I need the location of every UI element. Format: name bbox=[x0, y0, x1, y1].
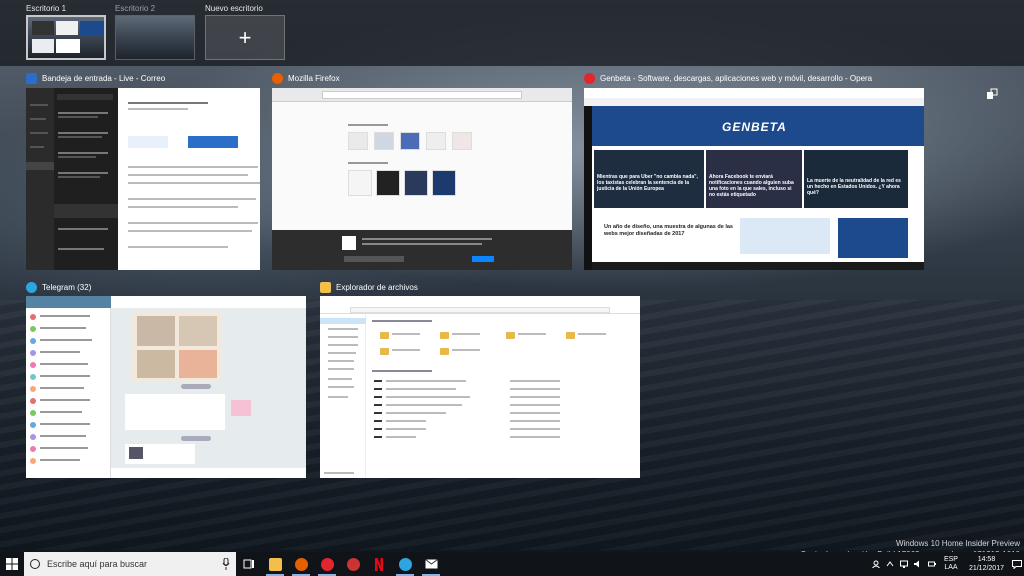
language-code: ESP bbox=[943, 556, 958, 563]
taskbar-telegram[interactable] bbox=[392, 552, 418, 576]
windows-logo-icon bbox=[6, 558, 18, 570]
genbeta-headline-1: Mientras que para Uber "no cambia nada",… bbox=[597, 174, 698, 192]
genbeta-headline-3: La muerte de la neutralidad de la red es… bbox=[807, 178, 901, 196]
desktop-2-thumbnail[interactable] bbox=[115, 15, 195, 60]
plus-icon: + bbox=[238, 24, 252, 50]
chevron-up-icon[interactable] bbox=[886, 560, 894, 568]
system-tray: ESP LAA 14:58 21/12/2017 bbox=[869, 552, 1024, 576]
window-mail-title-text: Bandeja de entrada - Live - Correo bbox=[42, 74, 166, 83]
folder-icon bbox=[320, 282, 331, 293]
vivaldi-icon bbox=[346, 557, 360, 571]
desktop-2[interactable]: Escritorio 2 bbox=[115, 3, 195, 60]
window-explorer-preview[interactable] bbox=[320, 296, 640, 478]
window-mail-preview[interactable] bbox=[26, 88, 260, 270]
new-desktop[interactable]: Nuevo escritorio + bbox=[205, 3, 285, 60]
clock-date: 21/12/2017 bbox=[968, 565, 1004, 572]
genbeta-article-1[interactable]: Mientras que para Uber "no cambia nada",… bbox=[594, 150, 704, 208]
opera-icon bbox=[584, 73, 595, 84]
taskbar-vivaldi[interactable] bbox=[340, 552, 366, 576]
desktop-1-thumbnail[interactable] bbox=[26, 15, 106, 60]
volume-icon[interactable] bbox=[913, 560, 922, 568]
desktop-1[interactable]: Escritorio 1 bbox=[26, 3, 106, 60]
network-icon[interactable] bbox=[899, 560, 908, 568]
window-firefox-preview[interactable] bbox=[272, 88, 572, 270]
taskbar-explorer[interactable] bbox=[262, 552, 288, 576]
window-mail-title[interactable]: Bandeja de entrada - Live - Correo bbox=[26, 73, 165, 84]
clock-time: 14:58 bbox=[977, 556, 996, 563]
keyboard-layout: LAA bbox=[944, 564, 958, 571]
clock[interactable]: 14:58 21/12/2017 bbox=[969, 555, 1004, 573]
battery-icon[interactable] bbox=[927, 560, 936, 568]
genbeta-logo: GENBETA bbox=[722, 120, 787, 134]
people-icon[interactable] bbox=[872, 560, 880, 568]
window-explorer-title[interactable]: Explorador de archivos bbox=[320, 282, 418, 293]
new-desktop-label: Nuevo escritorio bbox=[205, 4, 263, 13]
mail-icon bbox=[26, 73, 37, 84]
desktop-2-label: Escritorio 2 bbox=[115, 4, 156, 13]
language-indicator[interactable]: ESP LAA bbox=[944, 556, 958, 572]
netflix-icon bbox=[375, 557, 383, 571]
window-opera-title-text: Genbeta - Software, descargas, aplicacio… bbox=[600, 74, 873, 83]
action-center-button[interactable] bbox=[1010, 552, 1024, 576]
taskbar-netflix[interactable] bbox=[366, 552, 392, 576]
cortana-icon bbox=[30, 559, 40, 569]
window-firefox-title-text: Mozilla Firefox bbox=[288, 74, 340, 83]
genbeta-headline-2: Ahora Facebook te enviará notificaciones… bbox=[709, 174, 794, 198]
virtual-desktops-bar: Escritorio 1 Escritorio 2 Nuevo escritor… bbox=[0, 0, 1024, 66]
new-desktop-button[interactable]: + bbox=[205, 15, 285, 60]
new-desktop-user-icon[interactable] bbox=[986, 88, 998, 100]
firefox-icon bbox=[272, 73, 283, 84]
notification-icon bbox=[1012, 559, 1022, 569]
telegram-icon bbox=[26, 282, 37, 293]
taskbar: Escribe aquí para buscar ESP LAA 14:58 2… bbox=[0, 552, 1024, 576]
desktop-1-label: Escritorio 1 bbox=[26, 4, 67, 13]
search-placeholder: Escribe aquí para buscar bbox=[47, 559, 148, 569]
window-telegram-title[interactable]: Telegram (32) bbox=[26, 282, 91, 293]
window-telegram-preview[interactable] bbox=[26, 296, 306, 478]
taskbar-opera[interactable] bbox=[314, 552, 340, 576]
folder-icon bbox=[268, 557, 282, 571]
task-view-icon bbox=[243, 559, 254, 569]
opera-icon bbox=[320, 557, 334, 571]
firefox-icon bbox=[294, 557, 308, 571]
window-opera-preview[interactable]: GENBETA Mientras que para Uber "no cambi… bbox=[584, 88, 924, 270]
window-telegram-title-text: Telegram (32) bbox=[42, 283, 92, 292]
task-view-button[interactable] bbox=[236, 552, 262, 576]
genbeta-article-3[interactable]: La muerte de la neutralidad de la red es… bbox=[804, 150, 908, 208]
mail-icon bbox=[424, 559, 438, 569]
genbeta-story-title: Un año de diseño, una muestra de algunas… bbox=[604, 224, 733, 237]
window-opera-title[interactable]: Genbeta - Software, descargas, aplicacio… bbox=[584, 73, 872, 84]
taskbar-mail[interactable] bbox=[418, 552, 444, 576]
search-input[interactable]: Escribe aquí para buscar bbox=[24, 552, 236, 576]
start-button[interactable] bbox=[0, 552, 24, 576]
genbeta-article-2[interactable]: Ahora Facebook te enviará notificaciones… bbox=[706, 150, 802, 208]
window-firefox-title[interactable]: Mozilla Firefox bbox=[272, 73, 340, 84]
window-explorer-title-text: Explorador de archivos bbox=[336, 283, 418, 292]
microphone-icon[interactable] bbox=[222, 558, 230, 570]
watermark-line-1: Windows 10 Home Insider Preview bbox=[895, 539, 1020, 548]
taskbar-firefox[interactable] bbox=[288, 552, 314, 576]
telegram-icon bbox=[398, 557, 412, 571]
